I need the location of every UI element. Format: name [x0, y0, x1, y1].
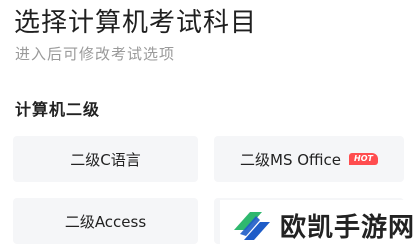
- page-title: 选择计算机考试科目: [14, 8, 258, 38]
- option-access[interactable]: 二级Access: [13, 198, 198, 244]
- hot-badge: HOT: [349, 153, 378, 165]
- option-c-language[interactable]: 二级C语言: [13, 136, 198, 182]
- page-subtitle: 进入后可修改考试选项: [15, 45, 176, 63]
- watermark: 欧凯手游网: [220, 200, 417, 251]
- section-title: 计算机二级: [15, 100, 101, 119]
- option-label: 二级MS Office: [240, 150, 342, 169]
- watermark-text: 欧凯手游网: [280, 213, 416, 243]
- option-label: 二级C语言: [70, 150, 141, 169]
- watermark-logo-icon: [234, 211, 270, 240]
- option-label: 二级Access: [64, 212, 147, 231]
- option-ms-office[interactable]: 二级MS Office HOT: [214, 136, 404, 182]
